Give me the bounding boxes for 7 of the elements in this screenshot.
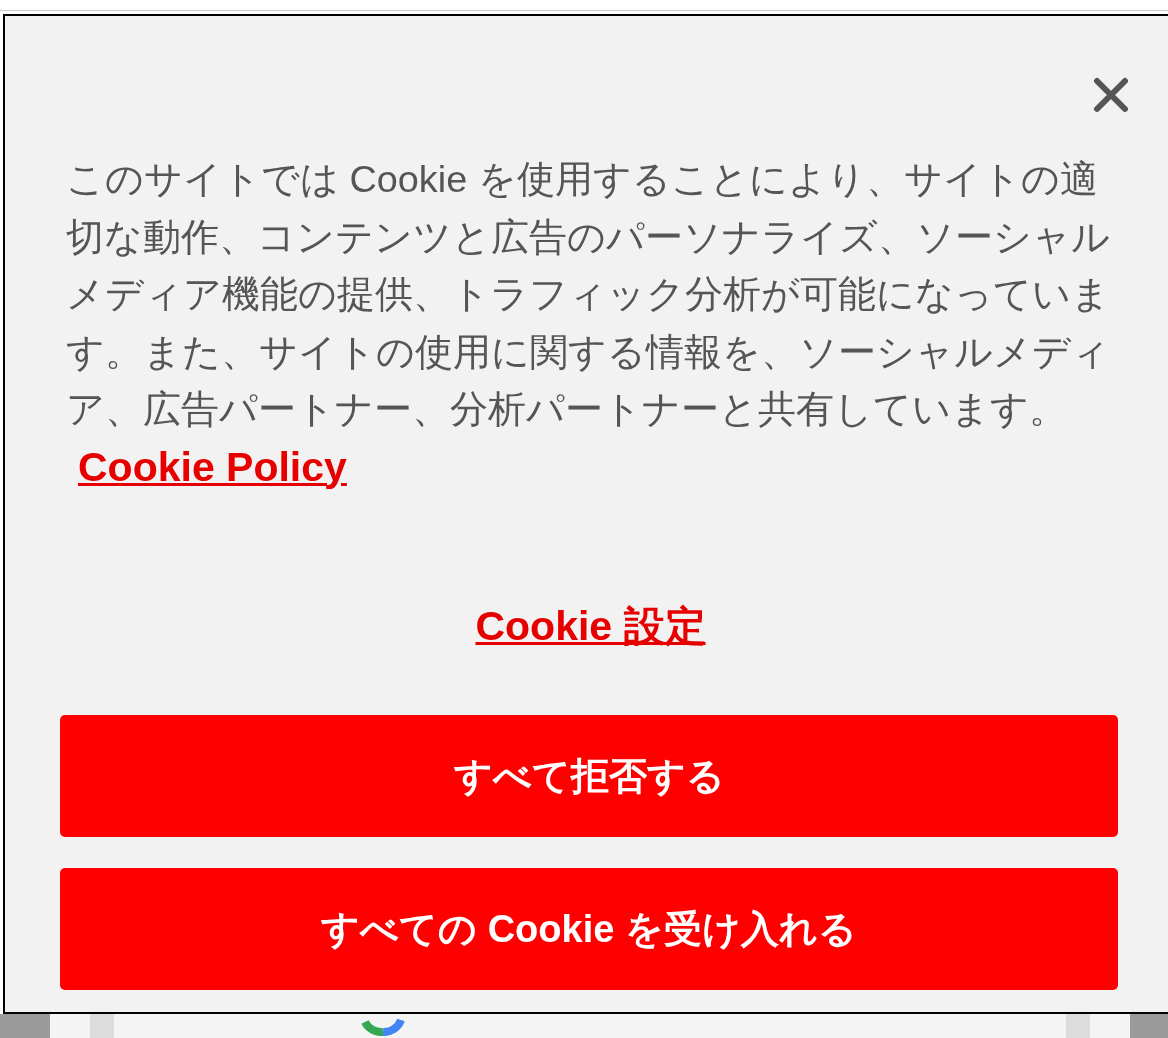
close-icon [1093, 77, 1129, 113]
reject-all-button[interactable]: すべて拒否する [60, 715, 1118, 837]
close-button[interactable] [1093, 77, 1129, 113]
cookie-policy-link[interactable]: Cookie Policy [78, 443, 347, 490]
cookie-settings-link[interactable]: Cookie 設定 [475, 601, 706, 651]
accept-all-button[interactable]: すべての Cookie を受け入れる [60, 868, 1118, 990]
consent-text: このサイトでは Cookie を使用することにより、サイトの適切な動作、コンテンツと広告のパーソナライズ、ソーシャルメディア機能の提供、トラフィック分析が可能になっています。また、サイトの使用に関する情報を、ソーシャルメディア、広告パートナー、分析パートナーと共有しています。 [66, 157, 1111, 432]
